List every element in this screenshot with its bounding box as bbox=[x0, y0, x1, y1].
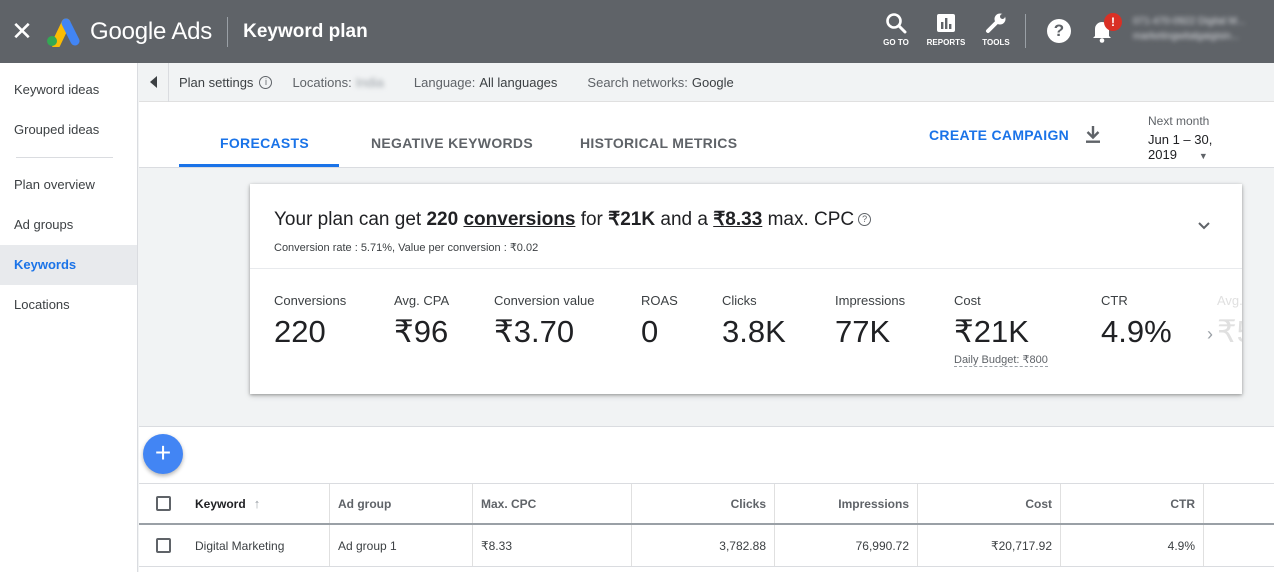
networks-value[interactable]: Google bbox=[692, 75, 734, 90]
conversions-link[interactable]: conversions bbox=[463, 209, 575, 230]
bar-chart-icon bbox=[922, 10, 970, 36]
row-checkbox[interactable] bbox=[155, 538, 171, 553]
sidebar-item-keywords[interactable]: Keywords bbox=[0, 245, 137, 285]
chevron-right-icon[interactable]: › bbox=[1207, 324, 1213, 345]
caret-left-icon bbox=[149, 76, 157, 88]
page-title: Keyword plan bbox=[243, 20, 368, 42]
cell-max-cpc[interactable]: ₹8.33 bbox=[473, 525, 632, 566]
add-keyword-button[interactable]: + bbox=[143, 434, 183, 474]
info-icon[interactable]: i bbox=[259, 75, 273, 89]
brand-name: Google Ads bbox=[90, 17, 213, 45]
forecast-headline: Your plan can get 220 conversions for ₹2… bbox=[274, 208, 872, 231]
date-range-picker[interactable]: Next month Jun 1 – 30, 2019 ▼ bbox=[1148, 114, 1274, 162]
row-checkbox-cell[interactable] bbox=[139, 525, 187, 566]
sidebar-nav: Keyword ideas Grouped ideas Plan overvie… bbox=[0, 63, 138, 572]
toolbar-divider bbox=[1025, 14, 1026, 48]
help-icon[interactable]: ? bbox=[1047, 19, 1071, 43]
search-icon bbox=[872, 10, 920, 36]
locations-value[interactable]: India bbox=[356, 75, 384, 90]
cell-clicks: 3,782.88 bbox=[632, 525, 775, 566]
close-icon[interactable]: ✕ bbox=[0, 0, 44, 63]
sidebar-item-grouped-ideas[interactable]: Grouped ideas bbox=[0, 110, 137, 150]
metric-avg-cpa: Avg. CPA ₹96 bbox=[394, 293, 450, 349]
metric-ctr: CTR 4.9% bbox=[1101, 293, 1172, 349]
plan-settings-bar: Plan settings i Locations: India Languag… bbox=[139, 62, 1274, 102]
metric-cost: Cost ₹21K Daily Budget: ₹800 bbox=[954, 293, 1048, 367]
cell-overflow bbox=[1204, 525, 1274, 566]
plan-settings-label[interactable]: Plan settings bbox=[179, 75, 253, 90]
forecast-summary-card: Your plan can get 220 conversions for ₹2… bbox=[250, 184, 1242, 394]
language-value[interactable]: All languages bbox=[479, 75, 557, 90]
column-header-ad-group[interactable]: Ad group bbox=[330, 484, 473, 523]
cell-impressions: 76,990.72 bbox=[775, 525, 918, 566]
tools-button[interactable]: TOOLS bbox=[972, 10, 1020, 47]
column-header-cost[interactable]: Cost bbox=[918, 484, 1061, 523]
download-icon[interactable] bbox=[1084, 124, 1102, 149]
tab-negative-keywords[interactable]: NEGATIVE KEYWORDS bbox=[371, 135, 533, 151]
metric-clicks: Clicks 3.8K bbox=[722, 293, 786, 349]
create-campaign-button[interactable]: CREATE CAMPAIGN bbox=[929, 127, 1069, 143]
conversion-details: Conversion rate : 5.71%, Value per conve… bbox=[274, 242, 539, 254]
keywords-table: Keyword ↑ Ad group Max. CPC Clicks Impres… bbox=[139, 483, 1274, 567]
column-header-clicks[interactable]: Clicks bbox=[632, 484, 775, 523]
notification-badge: ! bbox=[1104, 13, 1122, 31]
tab-forecasts[interactable]: FORECASTS bbox=[220, 135, 309, 151]
metric-roas: ROAS 0 bbox=[641, 293, 678, 349]
account-info[interactable]: 071-470-0922 Digital M... marketingwital… bbox=[1133, 14, 1274, 48]
metric-conversion-value: Conversion value ₹3.70 bbox=[494, 293, 595, 349]
wrench-icon bbox=[972, 10, 1020, 36]
tools-label: TOOLS bbox=[982, 38, 1010, 47]
max-cpc-link[interactable]: ₹8.33 bbox=[713, 209, 762, 230]
sidebar-item-plan-overview[interactable]: Plan overview bbox=[0, 165, 137, 205]
google-ads-logo bbox=[44, 17, 80, 48]
cell-keyword[interactable]: Digital Marketing bbox=[187, 525, 330, 566]
cell-cost: ₹20,717.92 bbox=[918, 525, 1061, 566]
metric-conversions: Conversions 220 bbox=[274, 293, 347, 349]
select-all-checkbox-cell[interactable] bbox=[139, 484, 187, 523]
table-row[interactable]: Digital Marketing Ad group 1 ₹8.33 3,782… bbox=[139, 525, 1274, 567]
card-divider bbox=[250, 268, 1242, 269]
help-circle-icon[interactable]: ? bbox=[858, 213, 872, 226]
date-range-value: Jun 1 – 30, 2019 ▼ bbox=[1148, 132, 1213, 162]
cell-ctr: 4.9% bbox=[1061, 525, 1204, 566]
goto-button[interactable]: GO TO bbox=[872, 10, 920, 47]
sidebar-item-ad-groups[interactable]: Ad groups bbox=[0, 205, 137, 245]
goto-label: GO TO bbox=[883, 38, 909, 47]
daily-budget-link[interactable]: Daily Budget: ₹800 bbox=[954, 353, 1048, 367]
collapse-panel-button[interactable] bbox=[139, 62, 169, 102]
chevron-down-icon[interactable] bbox=[1197, 218, 1211, 236]
column-header-impressions[interactable]: Impressions bbox=[775, 484, 918, 523]
metric-avg-cpc-partial: Avg.₹5 bbox=[1217, 293, 1242, 349]
sidebar-item-keyword-ideas[interactable]: Keyword ideas bbox=[0, 70, 137, 110]
title-divider bbox=[227, 16, 229, 47]
column-header-max-cpc[interactable]: Max. CPC bbox=[473, 484, 632, 523]
metric-impressions: Impressions 77K bbox=[835, 293, 906, 349]
sidebar-item-locations[interactable]: Locations bbox=[0, 285, 137, 325]
column-header-keyword[interactable]: Keyword ↑ bbox=[187, 484, 330, 523]
language-key: Language: bbox=[413, 74, 476, 90]
sidebar-divider bbox=[16, 157, 113, 158]
date-range-label: Next month bbox=[1148, 114, 1210, 128]
networks-key: Search networks: bbox=[587, 74, 688, 90]
dropdown-arrow-icon: ▼ bbox=[1198, 151, 1208, 161]
locations-key: Locations: bbox=[292, 74, 352, 90]
sort-arrow-up-icon: ↑ bbox=[253, 496, 261, 511]
column-header-overflow bbox=[1204, 484, 1274, 523]
reports-button[interactable]: REPORTS bbox=[922, 10, 970, 47]
cell-ad-group[interactable]: Ad group 1 bbox=[330, 525, 473, 566]
tab-historical-metrics[interactable]: HISTORICAL METRICS bbox=[580, 135, 737, 151]
column-header-ctr[interactable]: CTR bbox=[1061, 484, 1204, 523]
active-tab-indicator bbox=[179, 164, 339, 167]
top-app-bar: ✕ Google Ads Keyword plan GO TO REPORTS … bbox=[0, 0, 1274, 63]
tab-bar: FORECASTS NEGATIVE KEYWORDS HISTORICAL M… bbox=[139, 102, 1274, 168]
select-all-checkbox[interactable] bbox=[155, 496, 171, 511]
reports-label: REPORTS bbox=[926, 38, 966, 47]
table-header-row: Keyword ↑ Ad group Max. CPC Clicks Impres… bbox=[139, 483, 1274, 525]
